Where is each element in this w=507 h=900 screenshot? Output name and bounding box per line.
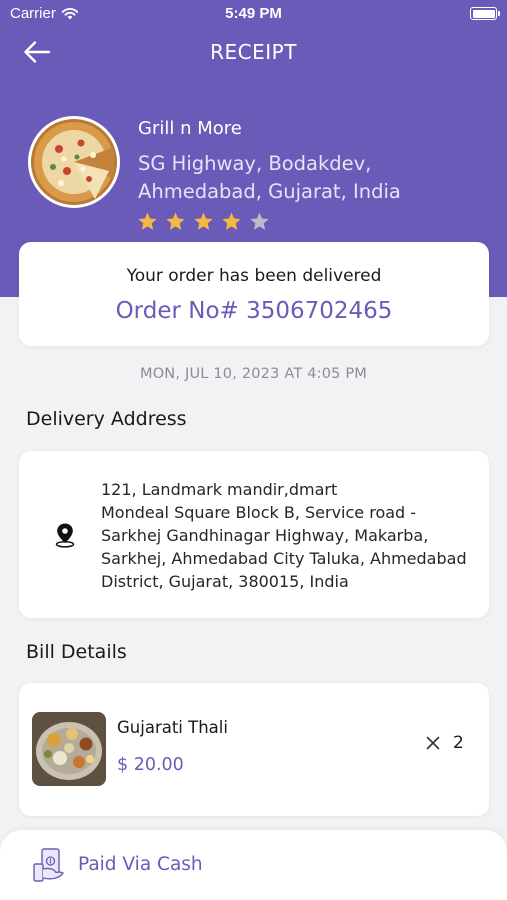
status-bar: Carrier 5:49 PM bbox=[0, 0, 507, 28]
order-status-text: Your order has been delivered bbox=[126, 266, 382, 286]
star-filled-icon bbox=[222, 212, 241, 230]
battery-icon bbox=[470, 7, 500, 20]
restaurant-name: Grill n More bbox=[138, 118, 242, 139]
delivery-address-card: 121, Landmark mandir,dmart Mondeal Squar… bbox=[19, 451, 489, 618]
address-line: 121, Landmark mandir,dmart bbox=[101, 480, 338, 499]
multiply-icon bbox=[426, 736, 440, 750]
delivery-address-title: Delivery Address bbox=[26, 408, 187, 430]
page-title: RECEIPT bbox=[210, 40, 297, 64]
location-pin-icon bbox=[55, 523, 75, 548]
cash-payment-icon bbox=[33, 848, 64, 882]
star-filled-icon bbox=[138, 212, 157, 230]
address-line: Sarkhej, Ahmedabad City Taluka, Ahmedaba… bbox=[101, 549, 467, 568]
delivery-address-text: 121, Landmark mandir,dmart Mondeal Squar… bbox=[101, 478, 481, 593]
food-item-image bbox=[32, 712, 106, 786]
bill-details-title: Bill Details bbox=[26, 641, 127, 663]
item-name: Gujarati Thali bbox=[117, 718, 228, 737]
payment-method-label: Paid Via Cash bbox=[78, 854, 203, 875]
order-status-card: Your order has been delivered Order No# … bbox=[19, 242, 489, 346]
restaurant-avatar bbox=[28, 116, 120, 208]
payment-bar: Paid Via Cash bbox=[0, 830, 507, 900]
order-number: Order No# 3506702465 bbox=[115, 298, 393, 324]
rating-stars bbox=[137, 211, 270, 232]
item-quantity: 2 bbox=[453, 733, 464, 753]
star-empty-icon bbox=[250, 212, 269, 230]
restaurant-address: SG Highway, Bodakdev, Ahmedabad, Gujarat… bbox=[138, 152, 401, 203]
status-time: 5:49 PM bbox=[225, 5, 282, 22]
bill-item-card: Gujarati Thali $ 20.00 2 bbox=[19, 683, 489, 816]
star-filled-icon bbox=[194, 212, 213, 230]
item-price: $ 20.00 bbox=[117, 755, 184, 775]
address-line: District, Gujarat, 380015, India bbox=[101, 572, 349, 591]
address-line: Sarkhej Gandhinagar Highway, Makarba, bbox=[101, 526, 429, 545]
star-filled-icon bbox=[166, 212, 185, 230]
order-datetime: MON, JUL 10, 2023 AT 4:05 PM bbox=[139, 366, 368, 382]
address-line: Mondeal Square Block B, Service road - bbox=[101, 503, 417, 522]
